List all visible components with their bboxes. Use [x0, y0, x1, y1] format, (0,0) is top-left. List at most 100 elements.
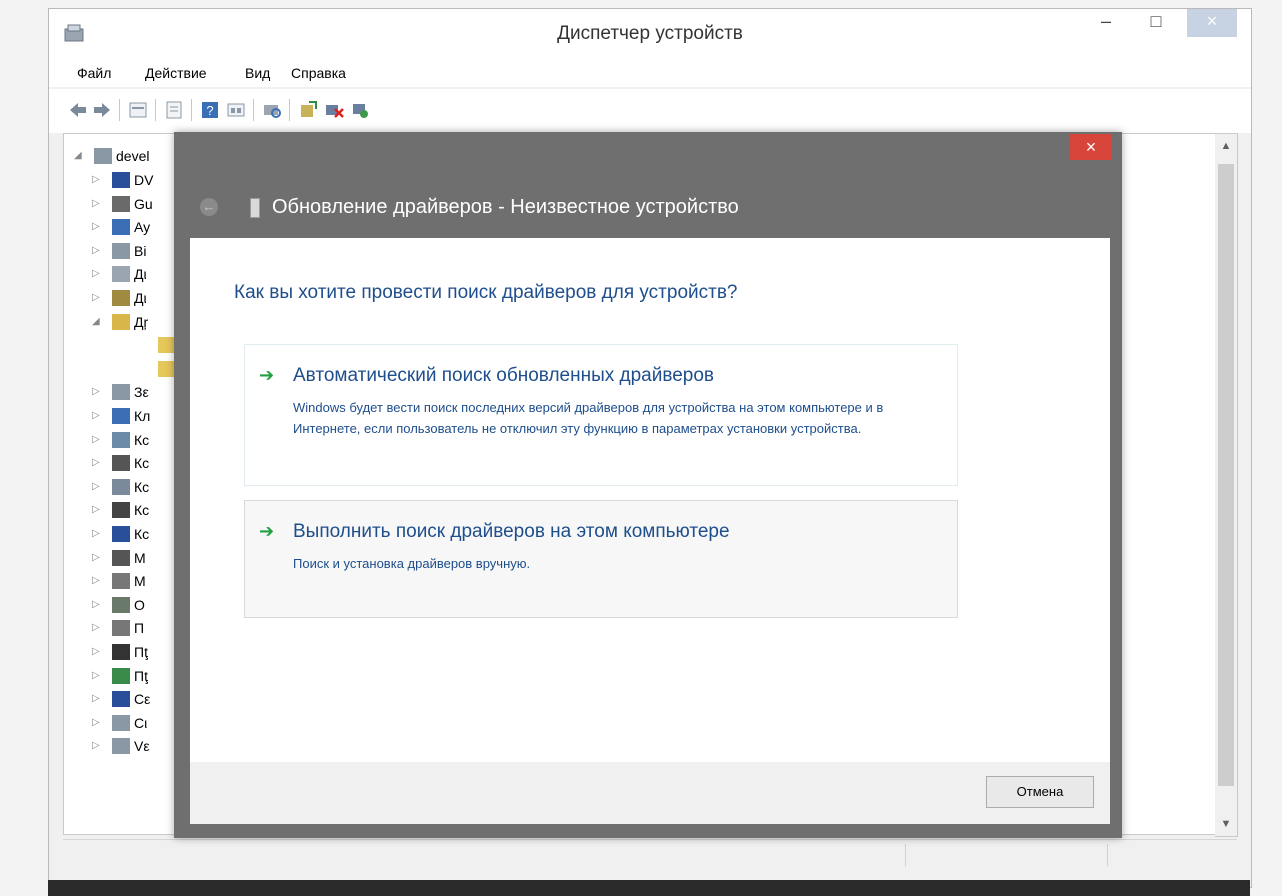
minimize-button[interactable]: –	[1089, 9, 1123, 37]
toolbar-separator	[253, 99, 254, 121]
dialog-title: Обновление драйверов - Неизвестное устро…	[272, 196, 739, 218]
device-category-icon	[112, 455, 130, 472]
expand-arrow-icon[interactable]: ▷	[92, 268, 100, 279]
tree-item-label: Vε	[134, 738, 150, 755]
device-category-icon	[112, 620, 130, 637]
expand-arrow-icon[interactable]: ▷	[92, 434, 100, 445]
update-driver-icon[interactable]	[297, 99, 319, 121]
unknown-device-icon	[250, 198, 260, 218]
expand-arrow-icon[interactable]: ▷	[92, 221, 100, 232]
taskbar-strip	[48, 880, 1250, 896]
expand-arrow-icon[interactable]: ▷	[92, 245, 100, 256]
menu-view[interactable]: Вид	[245, 65, 270, 81]
expand-arrow-icon[interactable]: ▷	[92, 292, 100, 303]
forward-arrow-icon[interactable]	[91, 99, 113, 121]
device-category-icon	[94, 148, 112, 164]
tree-item-label: Кс	[134, 502, 150, 519]
tree-item-label: M	[134, 549, 146, 566]
uninstall-device-icon[interactable]	[349, 99, 371, 121]
tree-item-label: Пţ	[134, 644, 148, 660]
show-hidden-icon[interactable]	[163, 99, 185, 121]
menu-bar: Файл Действие Вид Справка	[49, 61, 1251, 87]
device-category-icon	[112, 667, 130, 684]
manual-search-description: Поиск и установка драйверов вручную.	[293, 556, 531, 571]
status-divider	[905, 844, 906, 866]
tree-item-label: Bi	[134, 242, 147, 259]
cancel-button[interactable]: Отмена	[986, 776, 1094, 808]
auto-search-option[interactable]: ➔ Автоматический поиск обновленных драйв…	[244, 344, 958, 486]
device-category-icon	[112, 195, 130, 212]
device-category-icon	[112, 242, 130, 259]
menu-action[interactable]: Действие	[145, 65, 207, 81]
tree-item-label: Кс	[134, 478, 150, 495]
tree-item-label: Дŗ	[134, 313, 149, 330]
device-category-icon	[112, 478, 130, 495]
expand-arrow-icon[interactable]: ▷	[92, 717, 100, 728]
dialog-close-button[interactable]: ×	[1070, 134, 1112, 160]
expand-arrow-icon[interactable]: ▷	[92, 528, 100, 539]
toolbar-separator	[289, 99, 290, 121]
expand-arrow-icon[interactable]: ▷	[92, 646, 100, 657]
expand-arrow-icon[interactable]: ▷	[92, 740, 100, 751]
scan-hardware-icon[interactable]	[261, 99, 283, 121]
view-icon[interactable]	[225, 99, 247, 121]
tree-item-label: Пţ	[134, 667, 148, 684]
expand-arrow-icon[interactable]: ▷	[92, 552, 100, 563]
status-divider	[1107, 844, 1108, 866]
tree-item-label: Сε	[134, 691, 151, 708]
menu-help[interactable]: Справка	[291, 65, 346, 81]
device-category-icon	[112, 596, 130, 613]
disable-device-icon[interactable]	[323, 99, 345, 121]
tree-item-label: Зε	[134, 384, 149, 401]
expand-arrow-icon[interactable]: ▷	[92, 575, 100, 586]
expand-arrow-icon[interactable]: ▷	[92, 481, 100, 492]
auto-search-description: Windows будет вести поиск последних верс…	[293, 400, 884, 436]
device-category-icon	[112, 172, 130, 188]
tree-item-label: П	[134, 620, 145, 637]
expand-arrow-icon[interactable]: ▷	[92, 198, 100, 209]
expand-arrow-icon[interactable]: ▷	[92, 457, 100, 468]
expand-arrow-icon[interactable]: ▷	[92, 622, 100, 633]
dialog-question: Как вы хотите провести поиск драйверов д…	[234, 282, 738, 303]
device-category-icon	[112, 313, 130, 330]
expand-arrow-icon[interactable]: ▷	[92, 504, 100, 515]
manual-search-option[interactable]: ➔ Выполнить поиск драйверов на этом комп…	[244, 500, 958, 618]
device-category-icon	[112, 644, 130, 660]
help-icon[interactable]: ?	[199, 99, 221, 121]
properties-icon[interactable]	[127, 99, 149, 121]
expand-arrow-icon[interactable]: ▷	[92, 693, 100, 704]
back-icon[interactable]: ←	[200, 198, 218, 216]
toolbar: ?	[49, 89, 1251, 133]
expand-arrow-icon[interactable]: ▷	[92, 599, 100, 610]
collapse-arrow-icon[interactable]: ◢	[74, 150, 82, 161]
window-title: Диспетчер устройств	[557, 23, 743, 44]
tree-item-label: Кс	[134, 455, 150, 472]
device-category-icon	[112, 526, 130, 542]
expand-arrow-icon[interactable]: ▷	[92, 386, 100, 397]
toolbar-separator	[155, 99, 156, 121]
scroll-down-icon[interactable]: ▼	[1215, 818, 1237, 830]
tree-item-label: DV	[134, 172, 154, 188]
back-arrow-icon[interactable]	[67, 99, 89, 121]
tree-item-label: Дι	[134, 290, 147, 306]
expand-arrow-icon[interactable]: ▷	[92, 174, 100, 185]
scroll-thumb[interactable]	[1218, 164, 1234, 786]
toolbar-separator	[191, 99, 192, 121]
tree-item-label: devel	[116, 148, 150, 164]
device-category-icon	[112, 573, 130, 590]
device-category-icon	[112, 502, 130, 519]
title-bar: Диспетчер устройств – □ ×	[49, 9, 1251, 61]
vertical-scrollbar[interactable]: ▲ ▼	[1215, 133, 1238, 837]
expand-arrow-icon[interactable]: ▷	[92, 670, 100, 681]
menu-file[interactable]: Файл	[77, 65, 111, 81]
scroll-up-icon[interactable]: ▲	[1215, 140, 1237, 152]
tree-item-label: Кс	[134, 526, 150, 542]
maximize-button[interactable]: □	[1139, 9, 1173, 37]
tree-item-label: Дι	[134, 266, 147, 283]
expand-arrow-icon[interactable]: ▷	[92, 410, 100, 421]
close-window-button[interactable]: ×	[1187, 9, 1237, 37]
update-drivers-dialog: × ← Обновление драйверов - Неизвестное у…	[174, 132, 1122, 838]
status-bar	[63, 839, 1237, 870]
tree-item-label: Сι	[134, 714, 148, 731]
collapse-arrow-icon[interactable]: ◢	[92, 316, 100, 327]
